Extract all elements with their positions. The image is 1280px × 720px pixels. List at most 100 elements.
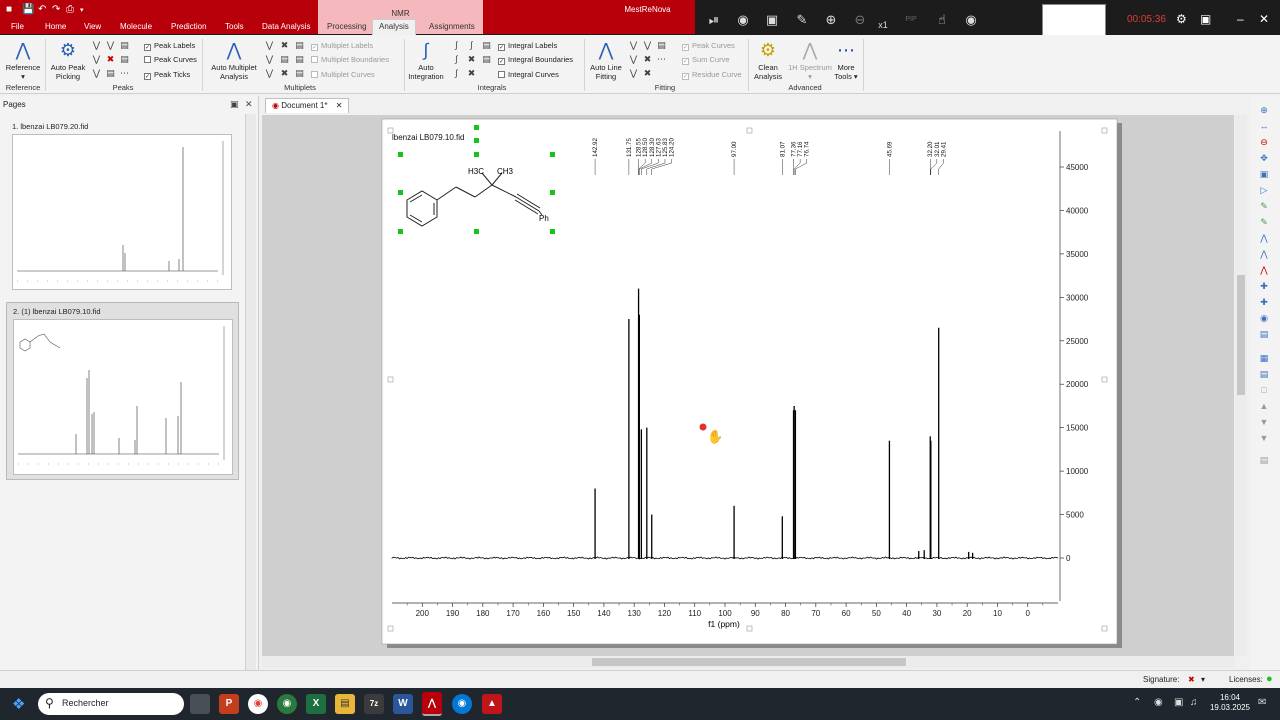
volume-icon[interactable]: ♫ bbox=[1190, 697, 1198, 708]
up-icon[interactable]: ▲ bbox=[1258, 400, 1270, 412]
baseline-icon[interactable]: ✎ bbox=[1258, 216, 1270, 228]
tab-document-1[interactable]: ◉ Document 1* ✕ bbox=[265, 98, 350, 113]
tab-tools[interactable]: Tools bbox=[225, 22, 244, 34]
zoom-out-icon[interactable]: ⊖ bbox=[851, 11, 869, 29]
down-icon[interactable]: ▼ bbox=[1258, 416, 1270, 428]
float-pane-icon[interactable]: ▣ bbox=[230, 99, 239, 110]
task-view-icon[interactable] bbox=[190, 694, 210, 714]
more-tools-button[interactable]: ⋯ More Tools ▾ bbox=[832, 39, 860, 81]
integral-table-icon[interactable]: ▤ bbox=[481, 40, 492, 51]
file-explorer-icon[interactable]: ▤ bbox=[335, 694, 355, 714]
cube-icon[interactable]: □ bbox=[1258, 384, 1270, 396]
close-icon[interactable]: ✕ bbox=[1259, 12, 1269, 26]
tab-prediction[interactable]: Prediction bbox=[171, 22, 207, 34]
more-icon[interactable]: ⋯ bbox=[656, 54, 667, 65]
powerpoint-icon[interactable]: P bbox=[219, 694, 239, 714]
reference-button[interactable]: ⋀ Reference ▾ bbox=[4, 39, 42, 81]
fitting-tool-icon[interactable]: ✖ bbox=[642, 54, 653, 65]
peak-labels-checkbox[interactable]: ✓ Peak Labels bbox=[144, 41, 195, 51]
auto-line-fitting-button[interactable]: ⋀ Auto Line Fitting bbox=[586, 39, 626, 81]
stack-icon[interactable]: ▤ bbox=[1258, 454, 1270, 466]
multiplet-table-icon[interactable]: ▤ bbox=[294, 68, 305, 79]
spectrum-chart[interactable]: lbenzai LB079.10.fid H3C CH3 Ph 05000100… bbox=[262, 115, 1234, 656]
peak-tool-icon[interactable]: ⋁ bbox=[105, 40, 116, 51]
integral-tool-icon[interactable]: ∫ bbox=[466, 40, 477, 51]
chrome-icon[interactable]: ◉ bbox=[248, 694, 268, 714]
more-icon[interactable]: ⋯ bbox=[119, 68, 130, 79]
integral-tool-icon[interactable]: ∫ bbox=[451, 54, 462, 65]
multiplet-tool-icon[interactable]: ✖ bbox=[279, 40, 290, 51]
integral-tool-icon[interactable]: ∫ bbox=[451, 40, 462, 51]
print-icon[interactable]: ⎙ bbox=[66, 4, 74, 15]
down-icon[interactable]: ▼ bbox=[1258, 432, 1270, 444]
multiplet-tool-icon[interactable]: ✖ bbox=[279, 68, 290, 79]
peak-pick-icon[interactable]: ⋀ bbox=[1258, 232, 1270, 244]
taskbar-clock[interactable]: 16:04 19.03.2025 bbox=[1208, 693, 1252, 713]
window-icon[interactable]: ▣ bbox=[1200, 12, 1211, 26]
vertical-scrollbar[interactable] bbox=[1235, 115, 1247, 656]
integral-boundaries-checkbox[interactable]: ✓ Integral Boundaries bbox=[498, 55, 573, 65]
integral-tool-icon[interactable]: ✖ bbox=[466, 54, 477, 65]
tab-assignments[interactable]: Assignments bbox=[429, 22, 475, 35]
residue-curve-checkbox[interactable]: ✓ Residue Curve bbox=[682, 70, 742, 80]
save-icon[interactable]: 💾 bbox=[22, 4, 34, 15]
tab-file[interactable]: File bbox=[11, 22, 24, 34]
peak-table-icon[interactable]: ▤ bbox=[119, 40, 130, 51]
eye-icon[interactable]: ◉ bbox=[1258, 312, 1270, 324]
multiplet-icon[interactable]: ⋀ bbox=[1258, 264, 1270, 276]
undo-icon[interactable]: ↶ bbox=[38, 4, 46, 15]
fitting-tool-icon[interactable]: ⋁ bbox=[628, 54, 639, 65]
multiplet-tool-icon[interactable]: ⋁ bbox=[264, 68, 275, 79]
multiplet-curves-checkbox[interactable]: Multiplet Curves bbox=[311, 70, 375, 79]
full-view-icon[interactable]: ▣ bbox=[1258, 168, 1270, 180]
peak-table-icon[interactable]: ▤ bbox=[119, 54, 130, 65]
cursor-icon[interactable]: ✚ bbox=[1258, 296, 1270, 308]
fitting-peak-curves-checkbox[interactable]: ✓ Peak Curves bbox=[682, 41, 735, 51]
sum-curve-checkbox[interactable]: ✓ Sum Curve bbox=[682, 55, 730, 65]
settings-icon[interactable]: ⚙ bbox=[1176, 12, 1187, 26]
delete-peaks-icon[interactable]: ✖ bbox=[105, 54, 116, 65]
layers-icon[interactable]: ▤ bbox=[1258, 368, 1270, 380]
multiplet-tool-icon[interactable]: ⋁ bbox=[264, 40, 275, 51]
stop-icon[interactable]: ◉ bbox=[734, 11, 752, 29]
signature-status-icon[interactable]: ✖ bbox=[1188, 675, 1195, 684]
peak-tool-icon[interactable]: ⋁ bbox=[91, 40, 102, 51]
vertical-scroll-thumb[interactable] bbox=[1237, 275, 1245, 395]
eye-icon[interactable]: ◉ bbox=[962, 11, 980, 29]
integral-labels-checkbox[interactable]: ✓ Integral Labels bbox=[498, 41, 557, 51]
outlook-icon[interactable]: ◉ bbox=[452, 694, 472, 714]
peak-tool-icon[interactable]: ⋁ bbox=[91, 54, 102, 65]
phase-icon[interactable]: ✎ bbox=[1258, 200, 1270, 212]
zoom-fit-icon[interactable]: ↔ bbox=[1258, 120, 1270, 132]
word-icon[interactable]: W bbox=[393, 694, 413, 714]
signature-dropdown-icon[interactable]: ▾ bbox=[1201, 675, 1205, 684]
multiplet-table-icon[interactable]: ▤ bbox=[294, 40, 305, 51]
horizontal-scroll-thumb[interactable] bbox=[592, 658, 906, 666]
fitting-tool-icon[interactable]: ⋁ bbox=[628, 40, 639, 51]
peak-curves-checkbox[interactable]: Peak Curves bbox=[144, 55, 197, 64]
notes-icon[interactable]: 7z bbox=[364, 694, 384, 714]
fitting-tool-icon[interactable]: ⋁ bbox=[628, 68, 639, 79]
page-item-1[interactable]: 1. lbenzai LB079.20.fid bbox=[6, 118, 239, 296]
tab-view[interactable]: View bbox=[84, 22, 101, 34]
peak-tool-icon[interactable]: ⋁ bbox=[91, 68, 102, 79]
excel-icon[interactable]: X bbox=[306, 694, 326, 714]
pause-icon[interactable]: ⏯ bbox=[705, 11, 723, 29]
integral-table-icon[interactable]: ▤ bbox=[481, 54, 492, 65]
tab-molecule[interactable]: Molecule bbox=[120, 22, 152, 34]
windows-start-icon[interactable]: ❖ bbox=[12, 696, 29, 713]
integrate-icon[interactable]: ⋀ bbox=[1258, 248, 1270, 260]
tray-expand-icon[interactable]: ⌃ bbox=[1133, 697, 1141, 708]
tab-data-analysis[interactable]: Data Analysis bbox=[262, 22, 310, 34]
page-item-2[interactable]: 2. (1) lbenzai LB079.10.fid bbox=[6, 302, 239, 480]
auto-integration-button[interactable]: ∫ Auto Integration bbox=[406, 39, 446, 81]
integral-curves-checkbox[interactable]: Integral Curves bbox=[498, 70, 559, 79]
peak-ticks-checkbox[interactable]: ✓ Peak Ticks bbox=[144, 70, 190, 80]
integral-tool-icon[interactable]: ✖ bbox=[466, 68, 477, 79]
multiplet-table-icon[interactable]: ▤ bbox=[279, 54, 290, 65]
auto-peak-picking-button[interactable]: ⚙ Auto Peak Picking bbox=[48, 39, 88, 81]
acrobat-icon[interactable]: ▲ bbox=[482, 694, 502, 714]
horizontal-scrollbar[interactable] bbox=[262, 656, 1235, 668]
quick-access-dropdown-icon[interactable]: ▾ bbox=[80, 6, 84, 14]
taskbar-search[interactable]: ⚲ Rechercher bbox=[38, 693, 184, 715]
